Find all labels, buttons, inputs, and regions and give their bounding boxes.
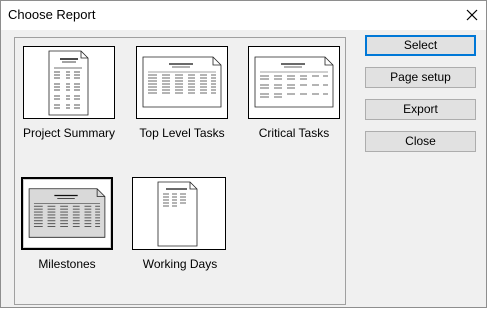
close-dialog-button[interactable] xyxy=(460,3,484,27)
landscape-table-report-icon xyxy=(28,188,106,238)
report-thumbnail xyxy=(23,46,115,119)
close-button[interactable]: Close xyxy=(365,131,476,152)
report-list: Project Summary Top Level Tasks Critical… xyxy=(14,37,346,305)
close-icon xyxy=(466,9,478,21)
title-bar: Choose Report xyxy=(1,1,486,30)
landscape-table-report-icon xyxy=(254,56,334,108)
report-thumbnail xyxy=(132,177,226,250)
report-label: Working Days xyxy=(142,257,218,271)
report-thumbnail xyxy=(248,46,340,119)
landscape-table-report-icon xyxy=(142,56,222,108)
portrait-calendar-report-icon xyxy=(157,181,198,247)
dialog-title: Choose Report xyxy=(8,7,96,22)
report-thumbnail xyxy=(136,46,228,119)
report-label: Critical Tasks xyxy=(258,126,330,140)
choose-report-dialog: Choose Report Project Summary Top Level … xyxy=(0,0,487,308)
select-button[interactable]: Select xyxy=(365,35,476,56)
export-button[interactable]: Export xyxy=(365,99,476,120)
background-window-edge-bottom xyxy=(0,308,487,315)
report-thumbnail xyxy=(21,177,113,250)
page-setup-button[interactable]: Page setup xyxy=(365,67,476,88)
portrait-summary-report-icon xyxy=(48,50,89,116)
